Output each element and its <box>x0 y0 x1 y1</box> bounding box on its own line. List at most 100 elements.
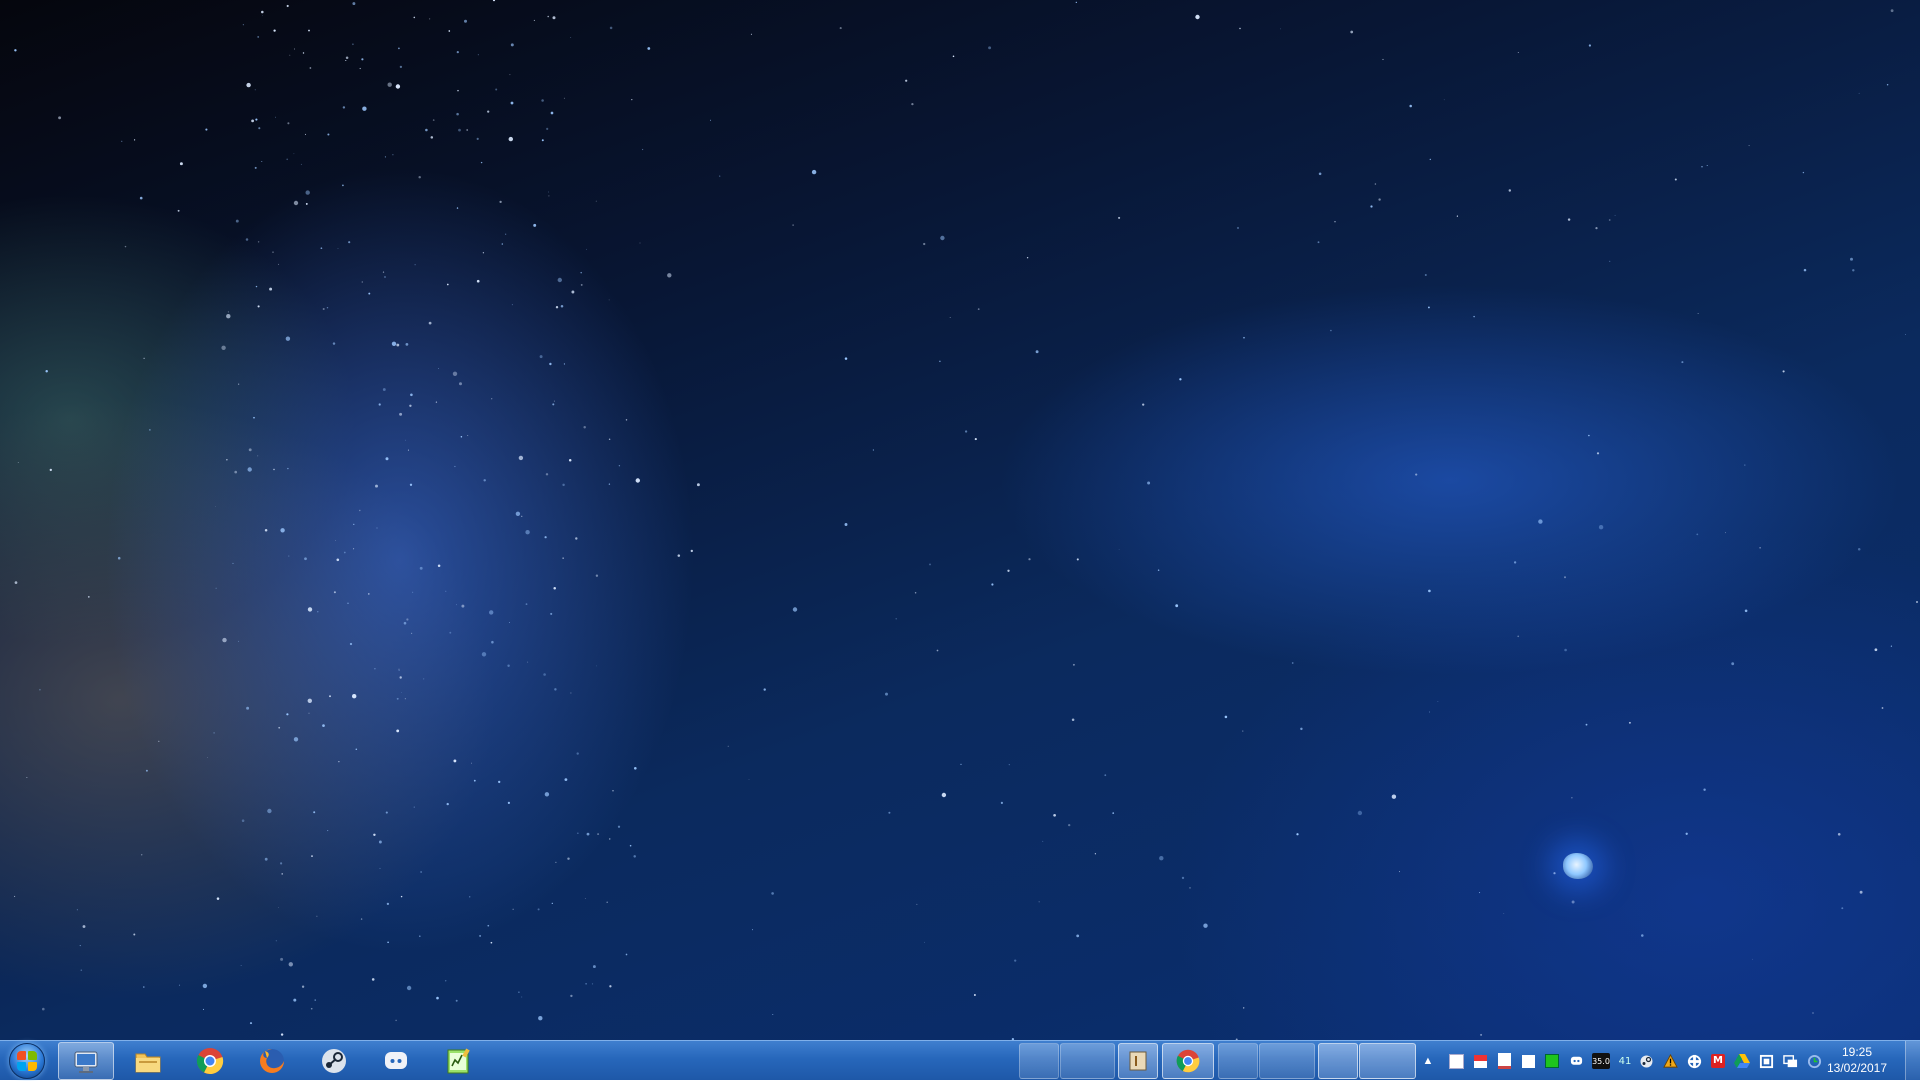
star <box>234 470 238 474</box>
star <box>286 713 289 716</box>
display-icon[interactable] <box>1782 1053 1798 1069</box>
star <box>455 999 458 1002</box>
star <box>316 915 318 917</box>
green-square-icon[interactable] <box>1544 1053 1560 1069</box>
start-button[interactable] <box>4 1042 50 1080</box>
star <box>505 233 507 235</box>
show-desktop-button[interactable] <box>1905 1041 1920 1081</box>
red-white-flag-icon[interactable] <box>1472 1053 1488 1069</box>
star <box>563 97 565 99</box>
star <box>1588 44 1592 47</box>
star <box>117 556 121 560</box>
star <box>274 116 276 118</box>
star <box>45 370 48 373</box>
taskbar-window-5[interactable] <box>1218 1043 1258 1079</box>
star <box>17 462 19 463</box>
star <box>285 336 291 341</box>
taskbar[interactable]: ▲ 35.0 41 M 19:25 13/02/2017 <box>0 1040 1920 1081</box>
desktop[interactable] <box>0 0 1920 1040</box>
taskbar-window-2[interactable] <box>1060 1043 1115 1079</box>
star <box>1378 198 1381 201</box>
star <box>596 665 597 667</box>
taskbar-firefox[interactable] <box>244 1042 300 1080</box>
star <box>238 640 240 642</box>
taskbar-file-explorer[interactable] <box>120 1042 176 1080</box>
star <box>343 551 346 554</box>
star <box>476 279 480 283</box>
star <box>771 892 774 895</box>
star <box>327 830 329 832</box>
taskbar-steam[interactable] <box>306 1042 362 1080</box>
star <box>586 832 590 836</box>
star <box>1409 104 1412 108</box>
taskbar-chrome[interactable] <box>182 1042 238 1080</box>
star <box>1802 171 1805 174</box>
star <box>275 940 277 942</box>
star <box>143 357 145 359</box>
cpu-temp-icon[interactable]: 35.0 <box>1592 1053 1610 1069</box>
steam-icon[interactable] <box>1638 1053 1654 1069</box>
white-square-icon[interactable] <box>1496 1053 1512 1069</box>
star <box>251 119 254 123</box>
warning-icon[interactable] <box>1662 1053 1678 1069</box>
star <box>608 483 611 485</box>
star <box>487 110 490 113</box>
gpu-temp-icon[interactable]: 41 <box>1617 1053 1633 1069</box>
star <box>1053 813 1056 817</box>
star <box>446 283 449 286</box>
star <box>202 983 208 989</box>
star <box>400 692 402 693</box>
taskbar-window-7[interactable] <box>1318 1043 1358 1079</box>
star <box>1628 721 1631 724</box>
system-clock[interactable]: 19:25 13/02/2017 <box>1812 1044 1902 1078</box>
taskbar-window-3[interactable] <box>1118 1043 1158 1079</box>
star <box>492 0 496 2</box>
taskbar-window-4[interactable] <box>1162 1043 1214 1079</box>
star <box>293 48 296 50</box>
star <box>1157 569 1160 571</box>
star <box>359 67 361 70</box>
star <box>491 398 493 400</box>
taskbar-window-1[interactable] <box>1019 1043 1059 1079</box>
star <box>481 652 487 657</box>
taskbar-network-explorer[interactable] <box>58 1042 114 1080</box>
star <box>352 694 357 699</box>
settings-icon[interactable] <box>1758 1053 1774 1069</box>
taskbar-discord[interactable] <box>368 1042 424 1080</box>
star <box>539 355 543 359</box>
star <box>406 985 412 991</box>
star <box>1480 1033 1483 1036</box>
star <box>304 133 307 135</box>
star <box>329 695 331 698</box>
discord-icon[interactable] <box>1568 1053 1584 1069</box>
star <box>399 65 403 69</box>
star <box>332 342 336 345</box>
white-square-icon[interactable] <box>1448 1053 1464 1069</box>
star <box>289 54 291 56</box>
show-hidden-icons-chevron-icon[interactable]: ▲ <box>1420 1053 1436 1069</box>
star <box>428 321 432 325</box>
star <box>405 343 409 346</box>
star <box>264 529 268 532</box>
star <box>521 515 523 517</box>
star <box>1697 313 1699 314</box>
star <box>557 277 562 283</box>
google-drive-icon[interactable] <box>1734 1053 1750 1069</box>
star <box>939 360 941 363</box>
star <box>348 241 351 244</box>
star <box>592 965 596 969</box>
network-share-icon[interactable] <box>1686 1053 1702 1069</box>
star <box>355 748 358 751</box>
star <box>457 89 459 92</box>
star <box>261 161 263 163</box>
taskbar-window-8[interactable] <box>1359 1043 1416 1079</box>
taskbar-window-6[interactable] <box>1259 1043 1315 1079</box>
network-monitor-icon <box>74 1051 98 1073</box>
star <box>226 314 231 319</box>
taskbar-notepad-plus[interactable] <box>430 1042 486 1080</box>
star <box>1513 561 1517 564</box>
star <box>216 897 220 900</box>
red-m-icon[interactable]: M <box>1710 1053 1726 1069</box>
star <box>202 1008 205 1010</box>
white-square-icon[interactable] <box>1520 1053 1536 1069</box>
